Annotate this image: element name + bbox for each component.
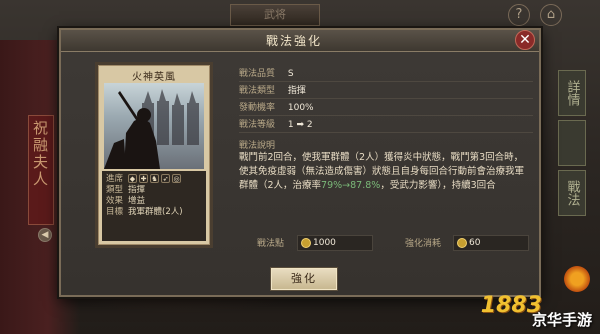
tactic-card-art xyxy=(104,83,204,169)
tactic-card-info: 進席 ◆ ✚ ♞ ➶ ◎ 類型 指揮 效果 增益 目標 我軍群體(2人) xyxy=(102,171,206,241)
tactic-upgrade-dialog: 戰法強化 ✕ 火神英風 進席 ◆ ✚ ♞ ➶ ◎ 類型 指揮 效果 增益 目標 … xyxy=(59,28,541,297)
card-row-key: 效果 xyxy=(106,196,124,206)
tab-blank[interactable] xyxy=(558,120,586,166)
coin-icon xyxy=(301,238,311,248)
tab-tactics[interactable]: 戰法 xyxy=(558,170,586,216)
upgrade-button[interactable]: 強化 xyxy=(271,268,337,290)
tactic-points-label: 戰法點 xyxy=(257,239,285,249)
range-horse-icon: ♞ xyxy=(150,174,159,183)
description-part2: ，受武力影響），持續3回合 xyxy=(380,180,496,191)
tactic-card-name: 火神英風 xyxy=(132,72,176,83)
stat-label: 戰法品質 xyxy=(239,69,276,79)
card-effect-row: 效果 增益 xyxy=(106,196,202,207)
stat-label: 發動機率 xyxy=(239,103,276,113)
upgrade-cost-value: 60 xyxy=(469,238,481,248)
upgrade-cost-label: 強化消耗 xyxy=(405,239,442,249)
range-icons: ◆ ✚ ♞ ➶ ◎ xyxy=(128,174,202,185)
tactic-points-value: 1000 xyxy=(313,238,336,248)
range-crossbow-icon: ✚ xyxy=(139,174,148,183)
dialog-title: 戰法強化 xyxy=(265,34,322,48)
card-range-row: 進席 ◆ ✚ ♞ ➶ ◎ xyxy=(106,174,202,185)
stat-level-row: 戰法等級 1 ➡ 2 xyxy=(239,117,533,133)
warriors-illustration xyxy=(104,89,199,169)
screen-title: 武将 xyxy=(230,4,320,26)
card-row-key: 類型 xyxy=(106,185,124,195)
card-row-key: 進席 xyxy=(106,174,124,184)
coin-icon xyxy=(457,238,467,248)
home-icon[interactable]: ⌂ xyxy=(540,4,562,26)
stat-type-row: 戰法類型 指揮 xyxy=(239,83,533,99)
stat-quality-row: 戰法品質 S xyxy=(239,66,533,82)
card-target-row: 目標 我軍群體(2人) xyxy=(106,207,202,218)
description-text: 戰鬥前2回合，使我軍群體（2人）獲得炎中狀態，戰鬥第3回合時，使其免疫虛弱（無法… xyxy=(239,151,529,193)
description-label: 戰法說明 xyxy=(239,141,276,151)
heal-rate-highlight: 79%→87.8% xyxy=(321,180,381,191)
range-target-icon: ◎ xyxy=(172,174,181,183)
watermark-text: 京华手游 xyxy=(531,311,592,329)
stat-value: 指揮 xyxy=(287,86,306,96)
range-shield-icon: ◆ xyxy=(128,174,137,183)
stat-label: 戰法類型 xyxy=(239,86,276,96)
stat-label: 戰法等級 xyxy=(239,120,276,130)
stat-value: 1 ➡ 2 xyxy=(287,120,313,130)
tactic-points-box: 1000 xyxy=(297,235,373,251)
card-row-value: 增益 xyxy=(128,196,146,206)
hero-name-text: 祝融夫人 xyxy=(31,120,49,188)
stat-value: S xyxy=(287,69,294,79)
close-button[interactable]: ✕ xyxy=(515,30,535,50)
watermark-sun-icon xyxy=(562,264,592,294)
help-icon[interactable]: ? xyxy=(508,4,530,26)
card-row-key: 目標 xyxy=(106,207,124,217)
tactic-card: 火神英風 進席 ◆ ✚ ♞ ➶ ◎ 類型 指揮 效果 增益 目標 我軍群體(2人… xyxy=(95,62,213,248)
range-arrow-icon: ➶ xyxy=(161,174,170,183)
tab-details[interactable]: 詳情 xyxy=(558,70,586,116)
upgrade-cost-box: 60 xyxy=(453,235,529,251)
dialog-header: 戰法強化 ✕ xyxy=(61,30,539,52)
card-row-value: 指揮 xyxy=(128,185,146,195)
card-row-value: 我軍群體(2人) xyxy=(128,207,183,217)
stat-value: 100% xyxy=(287,103,314,113)
card-type-row: 類型 指揮 xyxy=(106,185,202,196)
stat-rate-row: 發動機率 100% xyxy=(239,100,533,116)
arrow-left-icon[interactable]: ◀ xyxy=(38,228,52,242)
